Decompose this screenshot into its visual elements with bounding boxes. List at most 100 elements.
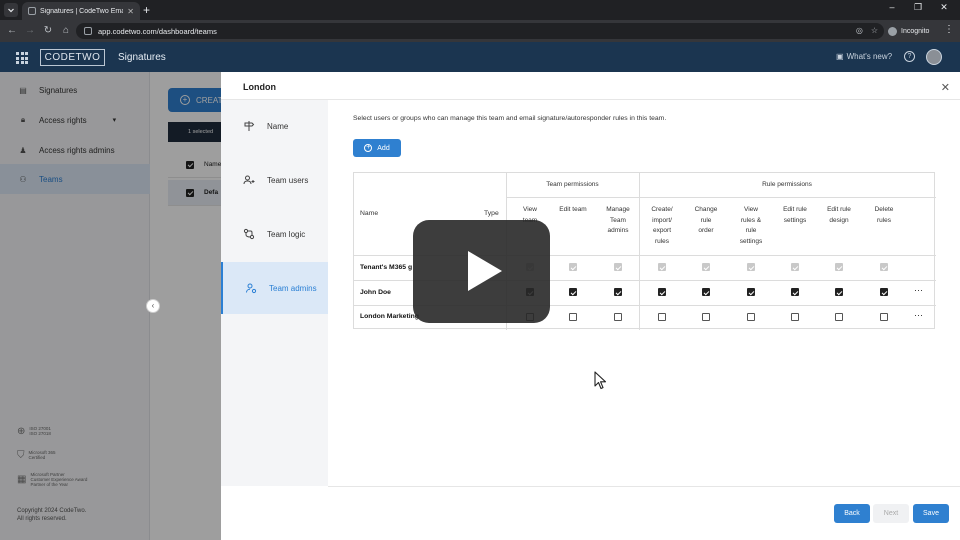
signpost-icon [243,120,255,132]
more-options-icon[interactable]: ⋯ [914,285,923,296]
permission-checkbox[interactable] [880,288,888,296]
add-label: Add [377,144,390,152]
permission-column-header: Create/ import/ export rules [651,206,673,245]
back-nav-button[interactable]: ← [4,23,20,39]
help-icon[interactable]: ? [904,51,915,62]
permission-checkbox[interactable] [835,313,843,321]
browser-tab[interactable]: Signatures | CodeTwo Email Sig... ✕ [22,2,140,20]
permission-column-header: View rules & rule settings [739,206,763,245]
restore-button[interactable]: ❐ [908,2,928,13]
reload-button[interactable]: ↻ [40,23,56,39]
permission-checkbox [569,263,577,271]
plus-circle-icon: + [364,144,373,152]
name-column-header: Name [360,210,379,217]
step-name[interactable]: Name [221,100,328,152]
users-icon [243,174,255,186]
permission-checkbox[interactable] [614,313,622,321]
admin-name: John Doe [360,289,391,296]
divider [221,99,960,100]
url-text: app.codetwo.com/dashboard/teams [98,26,217,36]
type-column-header: Type [484,210,499,217]
rule-permissions-header: Rule permissions [762,181,812,188]
add-admin-button[interactable]: + Add [353,139,401,157]
permission-checkbox [791,263,799,271]
admin-name: London Marketing [360,313,419,320]
tab-search-button[interactable] [4,3,18,17]
browser-tab-title: Signatures | CodeTwo Email Sig... [40,7,124,15]
permission-checkbox[interactable] [702,288,710,296]
logic-icon [243,228,255,240]
bookmark-star-icon[interactable]: ☆ [871,26,878,35]
step-team-logic[interactable]: Team logic [221,208,328,260]
permission-column-header: Edit rule design [827,206,851,224]
permission-checkbox[interactable] [569,288,577,296]
permission-checkbox[interactable] [569,313,577,321]
close-window-button[interactable]: ✕ [934,2,954,13]
permission-checkbox[interactable] [791,313,799,321]
permission-checkbox [835,263,843,271]
app-launcher-icon[interactable] [16,52,28,64]
divider [328,486,960,487]
team-dialog: London ✕ Name Team users Team logic Team [221,72,960,540]
save-button[interactable]: Save [913,504,949,523]
dialog-title: London [243,82,276,92]
minimize-button[interactable]: – [882,2,902,12]
permission-checkbox[interactable] [747,288,755,296]
admin-name: Tenant's M365 g [360,264,413,271]
permission-checkbox [747,263,755,271]
permission-checkbox [880,263,888,271]
home-button[interactable]: ⌂ [58,23,74,39]
permission-checkbox[interactable] [658,288,666,296]
close-tab-icon[interactable]: ✕ [127,7,134,16]
permission-column-header: Edit team [559,206,587,213]
browser-tabstrip: Signatures | CodeTwo Email Sig... ✕ + – … [0,0,960,20]
new-tab-button[interactable]: + [143,3,150,17]
permission-checkbox[interactable] [791,288,799,296]
codetwo-logo[interactable]: CODETWO [40,49,105,66]
close-icon[interactable]: ✕ [941,81,950,94]
whats-new-label: What's new? [846,52,893,61]
admin-icon [245,282,257,294]
video-play-button[interactable] [413,220,550,323]
chevron-down-icon [8,8,14,13]
permission-checkbox [702,263,710,271]
mouse-cursor-icon [594,371,607,390]
permission-checkbox[interactable] [702,313,710,321]
play-icon [468,251,502,291]
incognito-icon [888,26,897,36]
step-team-users[interactable]: Team users [221,154,328,206]
team-permissions-header: Team permissions [546,181,599,188]
eye-off-icon[interactable]: ◎ [856,26,863,35]
app-section-title: Signatures [118,52,166,63]
address-bar[interactable]: app.codetwo.com/dashboard/teams ◎ ☆ [76,23,884,39]
permission-checkbox [614,263,622,271]
step-team-admins[interactable]: Team admins [221,262,328,314]
incognito-label: Incognito [901,27,930,35]
permission-checkbox[interactable] [614,288,622,296]
wizard-steps: Name Team users Team logic Team admins [221,100,328,486]
site-info-icon[interactable] [84,27,92,35]
permission-checkbox[interactable] [747,313,755,321]
favicon-icon [28,7,36,15]
instructions-text: Select users or groups who can manage th… [353,115,667,122]
whats-new-button[interactable]: ▣ What's new? [836,52,892,61]
step-label: Team users [267,175,309,185]
permission-checkbox[interactable] [880,313,888,321]
step-label: Name [267,121,289,131]
step-label: Team admins [269,283,317,293]
collapse-sidebar-button[interactable]: ‹ [146,299,160,313]
permission-column-header: Edit rule settings [783,206,807,224]
more-options-icon[interactable]: ⋯ [914,310,923,321]
browser-menu-icon[interactable]: ⋮ [944,24,954,35]
permission-checkbox[interactable] [658,313,666,321]
permission-checkbox[interactable] [835,288,843,296]
back-button[interactable]: Back [834,504,870,523]
next-button[interactable]: Next [873,504,909,523]
incognito-indicator[interactable]: Incognito [888,24,929,38]
permission-column-header: Manage Team admins [606,206,630,234]
avatar[interactable] [926,49,942,65]
address-bar-row: ← → ↻ ⌂ app.codetwo.com/dashboard/teams … [0,20,960,42]
step-label: Team logic [267,229,306,239]
forward-nav-button[interactable]: → [22,23,38,39]
permission-column-header: Delete rules [874,206,894,224]
